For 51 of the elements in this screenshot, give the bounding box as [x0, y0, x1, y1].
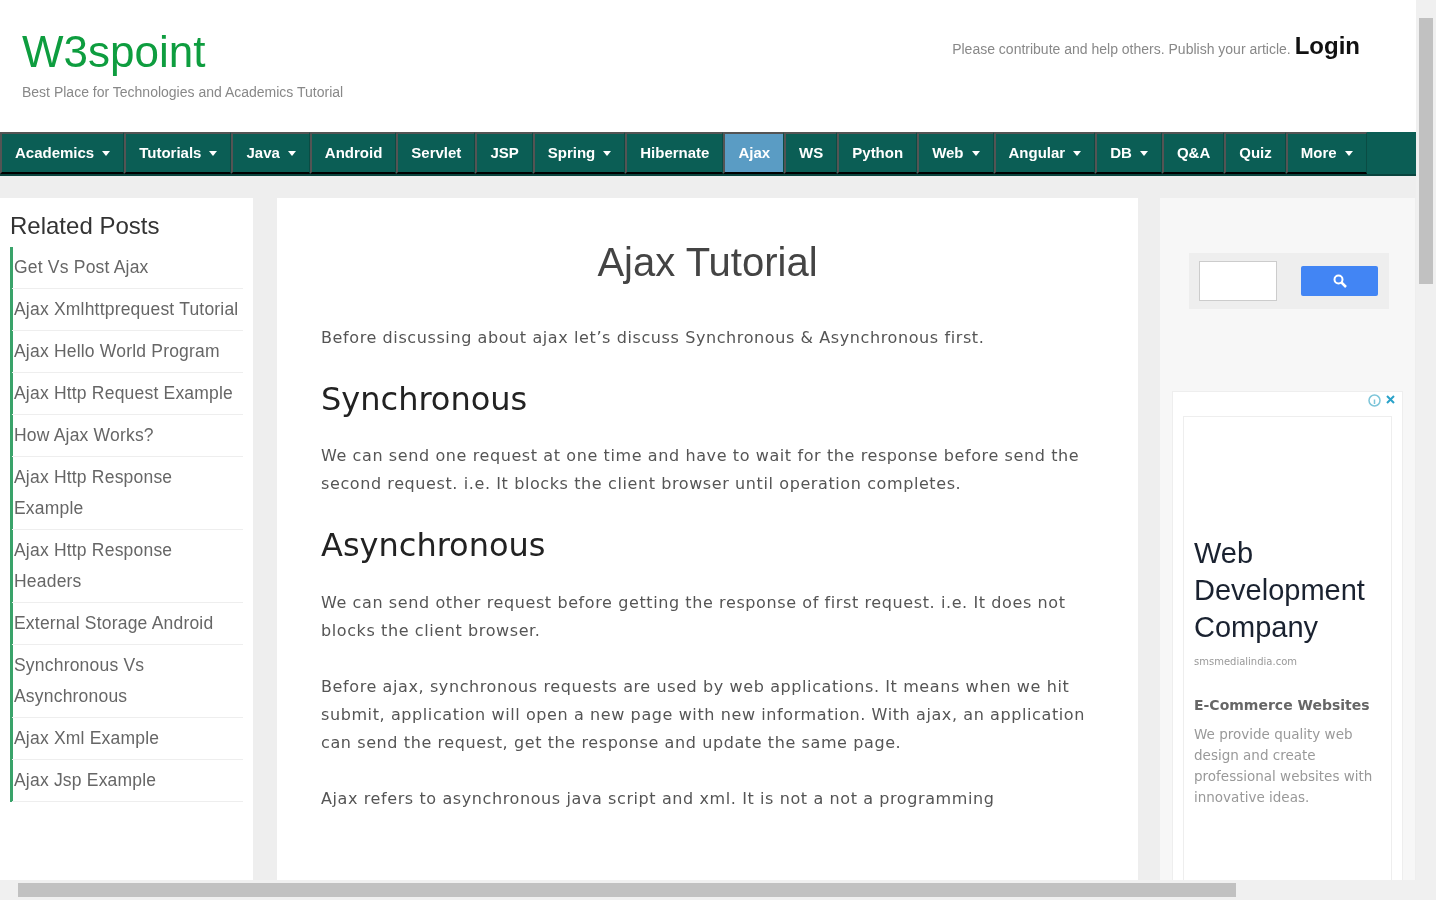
related-post-link[interactable]: Ajax Jsp Example	[12, 759, 243, 802]
info-icon[interactable]	[1368, 394, 1381, 407]
contribute-text: Please contribute and help others. Publish your article.	[952, 40, 1291, 59]
nav-tab[interactable]: Python	[837, 132, 918, 174]
paragraph: We can send other request before getting the response of first request. i.e. It does not blocks the client browser.	[321, 591, 1067, 642]
related-post-link[interactable]: Get Vs Post Ajax	[12, 246, 243, 289]
ad-headline: Web Development Company	[1194, 536, 1366, 645]
related-post-link[interactable]: Ajax Xmlhttprequest Tutorial	[12, 288, 243, 331]
nav-tab[interactable]: Academics	[0, 132, 125, 174]
close-icon[interactable]	[1385, 394, 1396, 405]
nav-tab[interactable]: WS	[784, 132, 838, 174]
nav-tab[interactable]: Java	[231, 132, 310, 174]
paragraph: Before discussing about ajax let’s discuss Synchronous & Asynchronous first.	[321, 327, 986, 349]
ad-subheading: E-Commerce Websites	[1194, 696, 1371, 715]
related-post-link[interactable]: Ajax Http Request Example	[12, 372, 243, 415]
related-post-link[interactable]: Synchronous Vs Asynchronous	[12, 644, 243, 718]
ad-domain: smsmedialindia.com	[1194, 655, 1298, 669]
nav-tab[interactable]: Servlet	[396, 132, 476, 174]
nav-tab[interactable]: Web	[917, 132, 994, 174]
article-title: Ajax Tutorial	[596, 239, 819, 286]
related-post-link[interactable]: Ajax Http Response Headers	[12, 529, 243, 603]
nav-tab[interactable]: Android	[309, 132, 397, 174]
paragraph: We can send one request at one time and have to wait for the response before send the second request. i.e. It blocks the client browser until operation completes.	[321, 445, 1081, 496]
nav-tab[interactable]: JSP	[475, 132, 533, 174]
related-post-link[interactable]: How Ajax Works?	[12, 414, 243, 457]
section-heading: Synchronous	[321, 380, 529, 419]
nav-tab[interactable]: More	[1285, 132, 1367, 174]
related-post-link[interactable]: Ajax Http Response Example	[12, 456, 243, 530]
related-post-link[interactable]: External Storage Android	[12, 602, 243, 645]
scrollbar-thumb[interactable]	[18, 883, 1236, 897]
search-button[interactable]	[1301, 266, 1378, 296]
nav-tab[interactable]: Spring	[532, 132, 626, 174]
section-heading: Asynchronous	[321, 526, 547, 565]
site-logo[interactable]: W3spoint	[22, 30, 344, 74]
ad-text: We provide quality web design and create professional websites with innovative ideas.	[1194, 725, 1374, 807]
site-tagline: Best Place for Technologies and Academics Tutorial	[22, 83, 344, 102]
nav-tab[interactable]: Tutorials	[124, 132, 232, 174]
login-link[interactable]: Login	[1294, 28, 1360, 64]
search-icon	[1332, 274, 1347, 288]
paragraph: Before ajax, synchronous requests are used by web applications. It means when we hit submit, application will open a new page with new information. With ajax, an application can send the request, get the response and update the same page.	[321, 675, 1086, 754]
nav-tab[interactable]: Q&A	[1161, 132, 1225, 174]
sidebar-title: Related Posts	[10, 212, 161, 241]
nav-tab[interactable]: Quiz	[1224, 132, 1286, 174]
paragraph: Ajax refers to asynchronous java script and xml. It is not a not a programming	[321, 787, 996, 810]
scrollbar-thumb[interactable]	[1419, 18, 1433, 284]
nav-tab[interactable]: Angular	[993, 132, 1096, 174]
search-field[interactable]	[1199, 261, 1277, 301]
related-post-link[interactable]: Ajax Hello World Program	[12, 330, 243, 373]
related-post-link[interactable]: Ajax Xml Example	[12, 717, 243, 760]
nav-tab[interactable]: DB	[1095, 132, 1162, 174]
nav-tab[interactable]: Hibernate	[625, 132, 724, 174]
